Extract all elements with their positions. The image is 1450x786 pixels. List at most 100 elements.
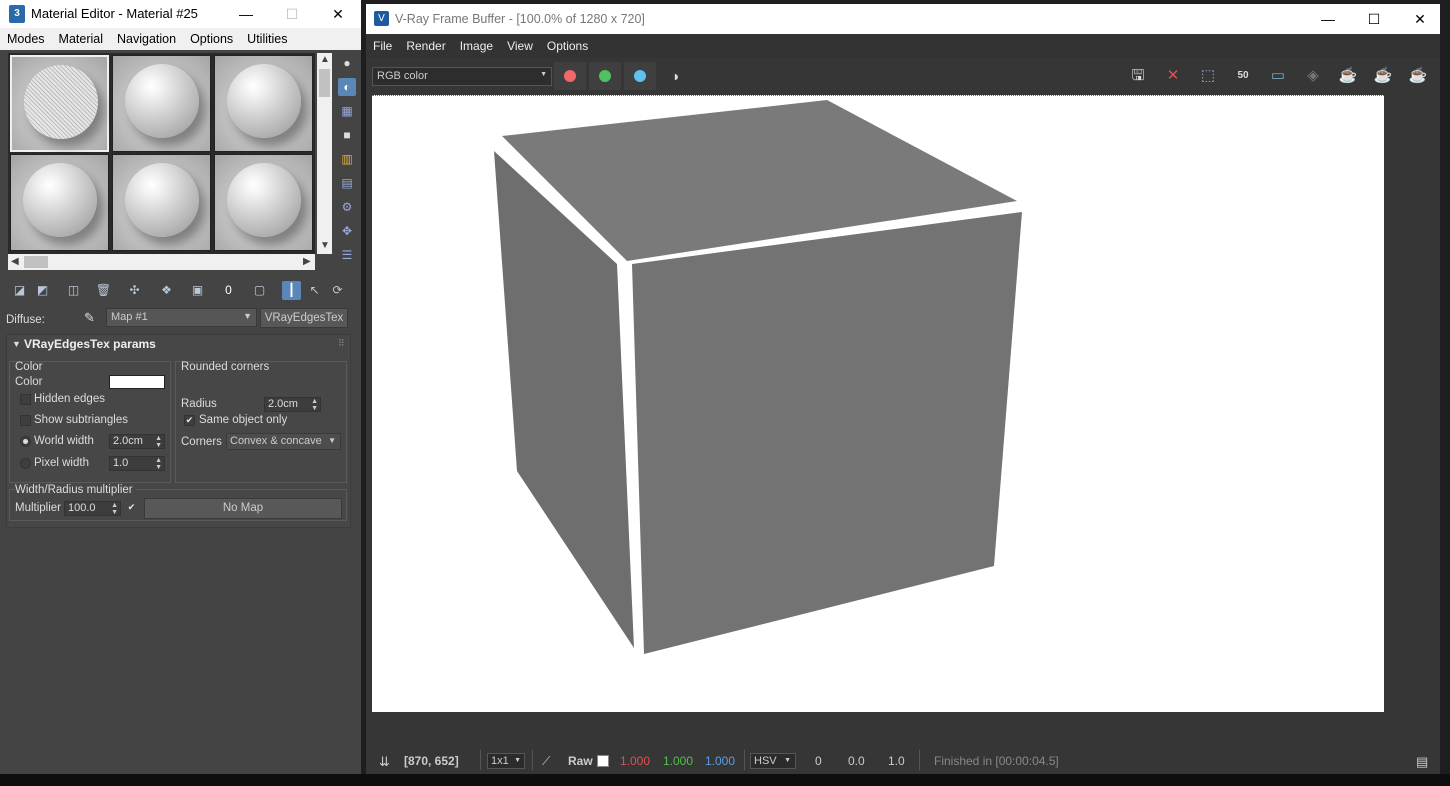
collapse-arrow-icon[interactable]: ▼ [12,339,21,349]
channel-dropdown[interactable]: RGB color ▼ [372,67,552,86]
blue-channel-toggle[interactable] [624,62,656,90]
render-teapot-icon[interactable]: ☕ [1406,65,1430,87]
corners-dropdown[interactable]: Convex & concave ▼ [226,433,341,450]
close-button[interactable]: ✕ [315,0,361,28]
menu-view[interactable]: View [500,39,540,53]
green-channel-toggle[interactable] [589,62,621,90]
sample-size-value: 1x1 [491,755,509,767]
slots-horizontal-scrollbar[interactable]: ◀ ▶ [8,254,315,270]
minimize-button[interactable]: — [223,0,269,28]
multiplier-map-checkbox[interactable]: ✔ [126,503,137,514]
show-shaded-icon[interactable]: ▢ [250,281,269,300]
save-image-icon[interactable]: 🖫 [1126,65,1150,87]
map-type-button[interactable]: VRayEdgesTex [260,308,348,328]
material-id-icon[interactable]: 0 [219,281,238,300]
blue-dot-icon [634,70,646,82]
make-unique-icon[interactable]: ✣ [125,281,144,300]
assign-to-selection-icon[interactable]: ◫ [64,281,83,300]
sample-slot-3[interactable] [214,55,313,152]
maximize-button[interactable]: ☐ [1351,5,1397,33]
go-to-parent-icon[interactable]: ↖ [305,281,324,300]
menu-navigation[interactable]: Navigation [110,32,183,46]
world-width-radio[interactable] [20,436,31,447]
save-icon[interactable]: ▣ [188,281,207,300]
world-width-spinner[interactable]: 2.0cm ▲ ▼ [109,434,165,449]
sample-slot-2[interactable] [112,55,211,152]
scroll-down-icon[interactable]: ▼ [320,240,330,251]
close-button[interactable]: ✕ [1397,5,1443,33]
scroll-up-icon[interactable]: ▲ [320,54,330,65]
scroll-thumb[interactable] [24,256,48,268]
render-viewport[interactable] [372,95,1384,712]
make-preview-icon[interactable]: ▤ [338,174,356,192]
pixel-width-radio[interactable] [20,458,31,469]
menu-utilities[interactable]: Utilities [240,32,294,46]
multiplier-spinner[interactable]: 100.0 ▲ ▼ [64,501,121,516]
chevron-down-icon: ▼ [540,71,547,78]
map-name-dropdown[interactable]: Map #1 ▼ [106,308,257,327]
backlight-icon[interactable]: ◐ [338,78,356,96]
color-picker-icon[interactable]: ⟋ [542,754,550,769]
menu-options[interactable]: Options [183,32,240,46]
sample-slot-5[interactable] [112,154,211,251]
alpha-channel-icon[interactable]: ◑ [663,65,687,87]
menu-options[interactable]: Options [540,39,595,53]
color-mode-dropdown[interactable]: HSV ▼ [750,753,796,769]
get-material-icon[interactable]: ◪ [10,281,29,300]
minimize-button[interactable]: — [1305,5,1351,33]
background-checker-icon[interactable]: ▦ [338,102,356,120]
stop-render-icon[interactable]: ☕ [1371,65,1395,87]
spinner-arrows-icon[interactable]: ▲ ▼ [155,435,162,449]
scroll-left-icon[interactable]: ◀ [11,256,19,267]
menu-file[interactable]: File [366,39,399,53]
scroll-thumb[interactable] [319,69,330,97]
track-mouse-icon[interactable]: ◈ [1301,65,1325,87]
red-channel-toggle[interactable] [554,62,586,90]
sample-slot-6[interactable] [214,154,313,251]
region-select-icon[interactable]: ⬚ [1196,65,1220,87]
zoom-50-icon[interactable]: 50 [1231,65,1255,87]
menu-modes[interactable]: Modes [0,32,52,46]
sample-type-icon[interactable]: ● [338,54,356,72]
same-object-only-checkbox[interactable]: ✔ [184,415,195,426]
rollout-title[interactable]: VRayEdgesTex params [24,337,156,351]
sample-size-dropdown[interactable]: 1x1 ▼ [487,753,525,769]
menu-image[interactable]: Image [453,39,500,53]
put-to-library-icon[interactable]: ❖ [157,281,176,300]
show-subtriangles-checkbox[interactable] [20,415,31,426]
spinner-arrows-icon[interactable]: ▲ ▼ [311,398,318,412]
sample-uv-tiling-icon[interactable]: ■ [338,126,356,144]
eyedropper-icon[interactable]: ✎ [84,310,95,326]
vfb-statusbar: ⇊ [870, 652] 1x1 ▼ ⟋ Raw 1.000 1.000 1.0… [366,742,1440,778]
options-icon[interactable]: ⚙ [338,198,356,216]
radius-spinner[interactable]: 2.0cm ▲ ▼ [264,397,321,412]
slots-vertical-scrollbar[interactable]: ▲ ▼ [317,53,332,254]
select-by-material-icon[interactable]: ✥ [338,222,356,240]
scroll-right-icon[interactable]: ▶ [303,256,311,267]
reset-map-icon[interactable]: 🗑 [94,281,113,300]
show-end-result-icon[interactable]: ┃ [282,281,301,300]
put-to-scene-icon[interactable]: ◩ [33,281,52,300]
render-interactive-icon[interactable]: ☕ [1336,65,1360,87]
cube-front-face [632,212,1022,654]
color-swatch[interactable] [109,375,165,389]
sample-slot-4[interactable] [10,154,109,251]
no-map-button[interactable]: No Map [144,498,342,519]
region-render-icon[interactable]: ▭ [1266,65,1290,87]
maximize-button[interactable]: ☐ [269,0,315,28]
menu-render[interactable]: Render [399,39,452,53]
pixel-width-spinner[interactable]: 1.0 ▲ ▼ [109,456,165,471]
hidden-edges-checkbox[interactable] [20,394,31,405]
spinner-arrows-icon[interactable]: ▲ ▼ [155,457,162,471]
sample-sphere [125,163,199,237]
menu-material[interactable]: Material [52,32,110,46]
sample-slot-1[interactable] [10,55,109,152]
pin-icon[interactable]: ⇊ [379,754,390,770]
go-forward-sibling-icon[interactable]: ⟳ [328,281,347,300]
log-icon[interactable]: ▤ [1416,754,1428,770]
clear-image-icon[interactable]: ✕ [1161,65,1185,87]
spinner-arrows-icon[interactable]: ▲ ▼ [111,502,118,516]
material-map-navigator-icon[interactable]: ☰ [338,246,356,264]
rounded-corners-group: Rounded corners Radius 2.0cm ▲ ▼ ✔ Same o… [175,361,347,483]
video-color-check-icon[interactable]: ▥ [338,150,356,168]
